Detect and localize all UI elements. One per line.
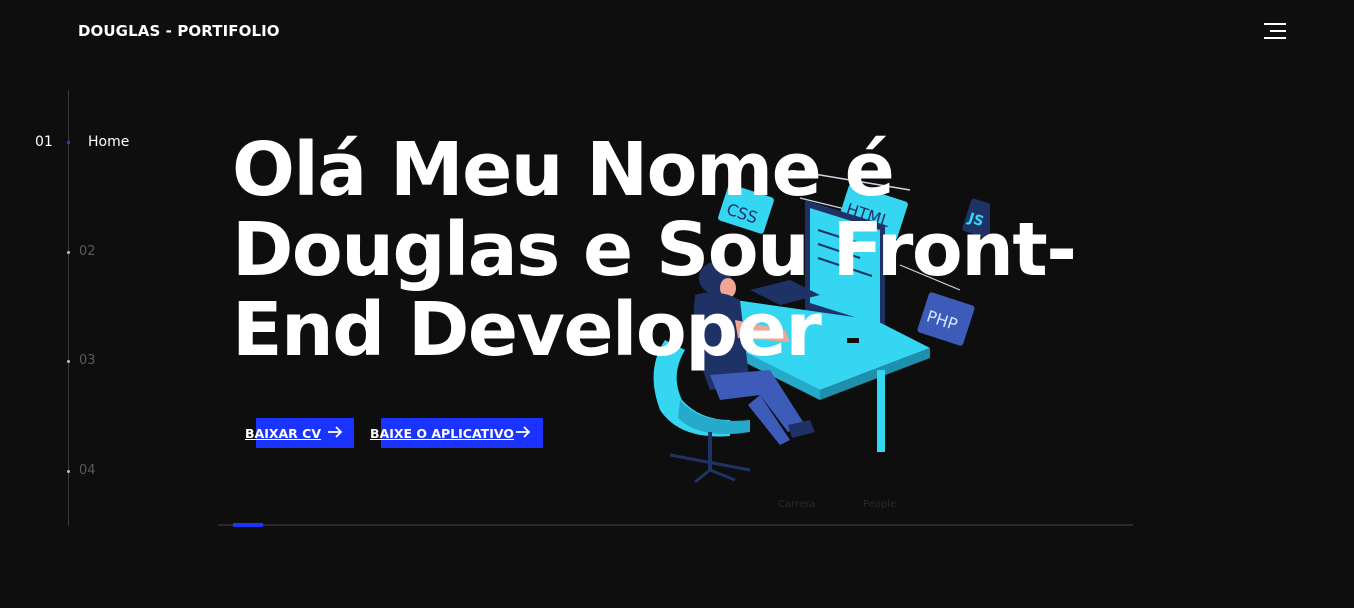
arrow-right-icon[interactable] <box>515 425 531 439</box>
faint-label: People <box>863 499 897 510</box>
arrow-right-icon[interactable] <box>327 425 343 439</box>
sidebar-active-dot <box>67 141 70 144</box>
sidebar-line <box>68 90 69 526</box>
scroll-track <box>218 524 1133 526</box>
site-logo[interactable]: DOUGLAS - PORTIFOLIO <box>78 22 280 40</box>
scroll-progress <box>233 523 263 527</box>
hero-title-line: Olá Meu Nome é <box>232 127 895 213</box>
sidebar-item-04[interactable]: 04 <box>79 463 96 478</box>
faint-label: Carrera <box>778 499 816 510</box>
sidebar-item-home-number[interactable]: 01 <box>35 134 53 150</box>
hero-title-line: End Developer <box>232 287 822 373</box>
hamburger-menu-icon[interactable] <box>1258 20 1286 42</box>
download-cv-label[interactable]: BAIXAR CV <box>245 426 321 441</box>
hero-title-line: Douglas e Sou Front- <box>232 207 1077 293</box>
download-app-label[interactable]: BAIXE O APLICATIVO <box>370 426 514 441</box>
sidebar-item-02[interactable]: 02 <box>79 244 96 259</box>
sidebar-dot <box>67 251 70 254</box>
sidebar-dot <box>67 360 70 363</box>
sidebar-dot <box>67 470 70 473</box>
hero-title: Olá Meu Nome é Douglas e Sou Front- End … <box>232 130 1132 370</box>
sidebar-item-home[interactable]: Home <box>88 134 129 150</box>
sidebar-item-03[interactable]: 03 <box>79 353 96 368</box>
